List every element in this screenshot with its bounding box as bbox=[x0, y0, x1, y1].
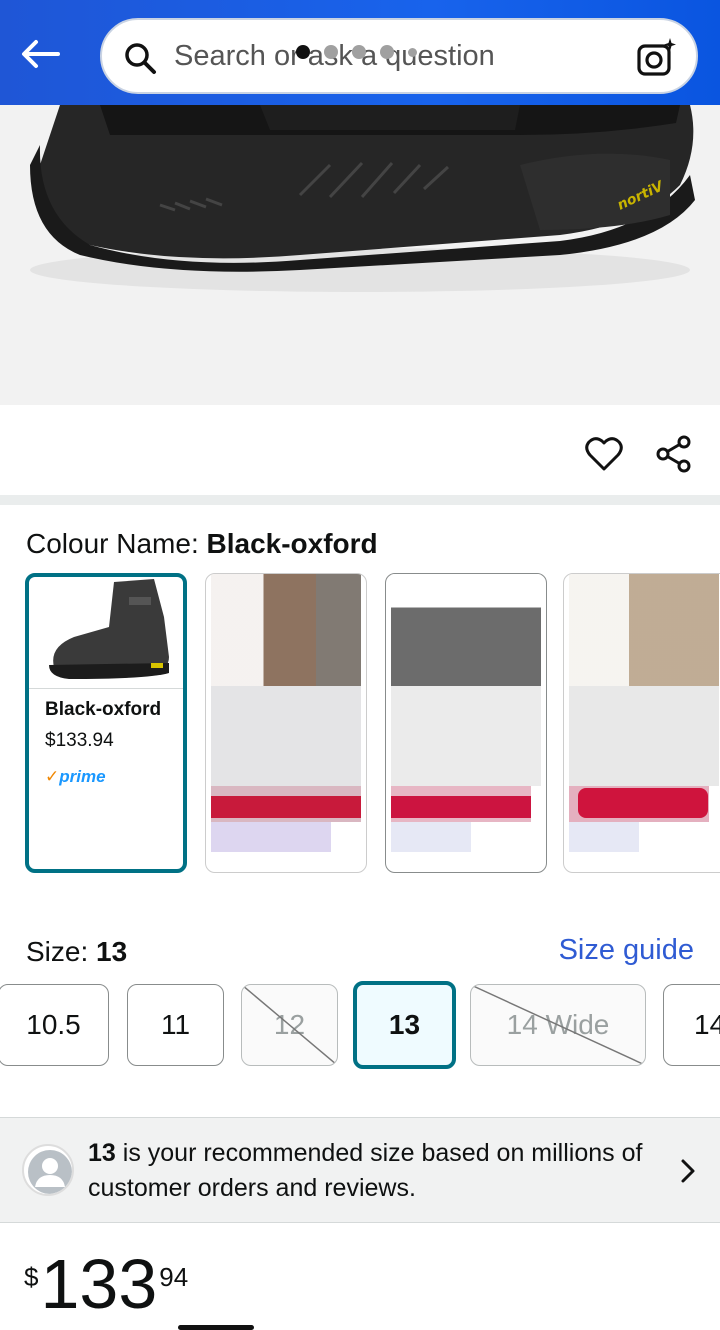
carousel-dot[interactable] bbox=[324, 45, 338, 59]
carousel-dot[interactable] bbox=[380, 45, 394, 59]
size-option-14[interactable]: 14 bbox=[663, 984, 720, 1066]
unavailable-strike-icon bbox=[471, 985, 645, 1065]
size-option-11[interactable]: 11 bbox=[127, 984, 224, 1066]
price-whole: 133 bbox=[40, 1245, 158, 1323]
colour-swatch-obscured[interactable] bbox=[563, 573, 720, 873]
product-image[interactable]: nortiV bbox=[0, 105, 720, 405]
chevron-right-icon bbox=[681, 1159, 695, 1183]
colour-name-label: Colour Name: Black-oxford bbox=[26, 528, 378, 560]
carousel-dot[interactable] bbox=[296, 45, 310, 59]
swatch-name: Black-oxford bbox=[45, 699, 162, 720]
search-icon bbox=[125, 43, 156, 74]
swatch-price: $133.94 bbox=[45, 730, 114, 751]
size-option-label: 11 bbox=[160, 1009, 191, 1040]
price-fraction: 94 bbox=[159, 1262, 189, 1292]
recommendation-message: is your recommended size based on millio… bbox=[88, 1139, 643, 1202]
size-option-14-wide-unavailable[interactable]: 14 Wide bbox=[470, 984, 646, 1066]
size-guide-link[interactable]: Size guide bbox=[559, 934, 694, 967]
user-avatar-icon bbox=[22, 1144, 74, 1196]
colour-swatch-obscured[interactable] bbox=[385, 573, 547, 873]
size-label-text: Size: bbox=[26, 936, 89, 967]
unavailable-strike-icon bbox=[242, 985, 337, 1065]
product-page: nortiV Colour Name: Black-oxford bbox=[0, 0, 720, 1330]
product-price: $ 133 94 bbox=[24, 1248, 188, 1320]
camera-lens-icon[interactable] bbox=[634, 36, 678, 80]
recommendation-text: 13 is your recommended size based on mil… bbox=[88, 1136, 678, 1206]
size-option-label: 14 bbox=[694, 1009, 720, 1040]
colour-label-text: Colour Name: bbox=[26, 528, 199, 559]
size-selected-value: 13 bbox=[96, 936, 128, 967]
carousel-dots[interactable] bbox=[296, 45, 417, 59]
size-option-label: 13 bbox=[388, 1009, 421, 1040]
size-option-10-5[interactable]: 10.5 bbox=[0, 984, 109, 1066]
prime-badge: ✓prime bbox=[45, 767, 106, 786]
size-option-12-unavailable[interactable]: 12 bbox=[241, 984, 338, 1066]
colour-selected-value: Black-oxford bbox=[206, 528, 378, 559]
section-divider bbox=[0, 495, 720, 505]
price-currency-symbol: $ bbox=[24, 1262, 39, 1292]
size-label: Size: 13 bbox=[26, 936, 127, 968]
carousel-dot[interactable] bbox=[352, 45, 366, 59]
back-arrow-icon[interactable] bbox=[18, 34, 62, 74]
size-recommendation-banner[interactable]: 13 is your recommended size based on mil… bbox=[0, 1117, 720, 1223]
scroll-indicator bbox=[178, 1325, 254, 1330]
carousel-dot[interactable] bbox=[408, 47, 417, 57]
colour-swatch-obscured[interactable] bbox=[205, 573, 367, 873]
prime-label: prime bbox=[59, 767, 106, 786]
swatch-thumbnail bbox=[29, 577, 183, 689]
colour-swatch-black-oxford[interactable]: Black-oxford $133.94 ✓prime bbox=[25, 573, 187, 873]
heart-icon[interactable] bbox=[584, 434, 624, 474]
recommended-size: 13 bbox=[88, 1139, 116, 1167]
size-option-13-selected[interactable]: 13 bbox=[353, 981, 456, 1069]
size-option-label: 10.5 bbox=[26, 1009, 81, 1040]
share-icon[interactable] bbox=[654, 434, 694, 474]
